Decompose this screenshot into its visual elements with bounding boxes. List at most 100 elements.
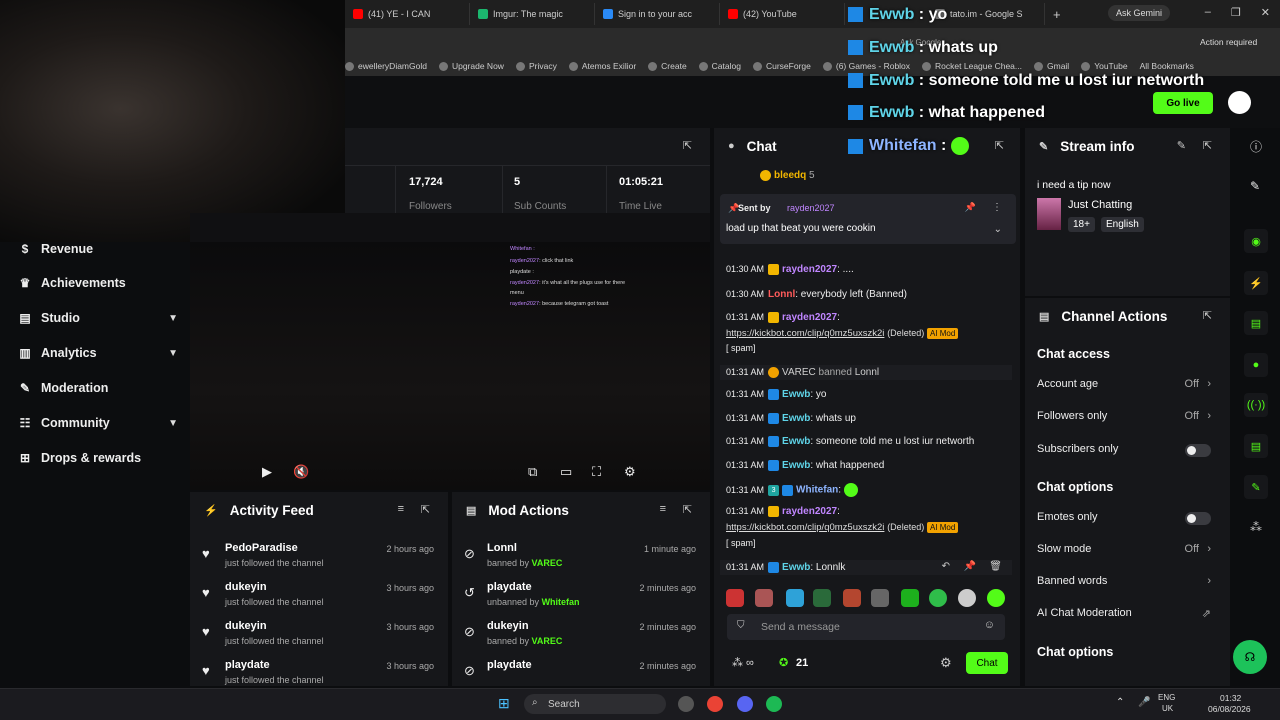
users-icon[interactable]: ⁂ ∞	[732, 656, 754, 669]
wrench-icon[interactable]: ✎	[1244, 475, 1268, 499]
chat-message[interactable]: 01:31 AM Ewwb: Lonnlk ↶ 📌 🗑	[720, 560, 1012, 576]
delete-icon[interactable]: 🗑	[989, 561, 1002, 572]
clock-time[interactable]: 01:32	[1220, 693, 1241, 703]
document-icon[interactable]: ▤	[1244, 311, 1268, 335]
settings-icon[interactable]: ⚙	[624, 464, 636, 480]
popout-icon[interactable]: ⇱	[1203, 139, 1212, 152]
bookmark[interactable]: CurseForge	[752, 61, 811, 71]
bookmark[interactable]: Upgrade Now	[438, 61, 504, 71]
close-icon[interactable]: ✕	[1261, 6, 1270, 19]
emoji-icon[interactable]: ☺	[984, 619, 995, 631]
sidebar-item-community[interactable]: ☷ Community ▼	[18, 416, 178, 430]
emote[interactable]	[987, 589, 1005, 607]
bookmark[interactable]: Atemos Exilior	[568, 61, 636, 71]
bookmark[interactable]: Gmail	[1034, 61, 1069, 71]
camera-icon[interactable]: ◉	[1244, 229, 1268, 253]
filter-icon[interactable]: ≡	[398, 503, 404, 515]
emote[interactable]	[929, 589, 947, 607]
pinned-message[interactable]: 📌 Sent by rayden2027 load up that beat y…	[720, 194, 1016, 244]
mute-icon[interactable]: 🔇	[293, 464, 309, 480]
actions-icon[interactable]: ▤	[1244, 434, 1268, 458]
emote[interactable]	[843, 589, 861, 607]
bookmark[interactable]: YouTube	[1081, 61, 1128, 71]
undo-icon[interactable]: ↶	[942, 561, 950, 572]
bookmark[interactable]: Privacy	[515, 61, 557, 71]
chat-send-button[interactable]: Chat	[966, 652, 1008, 674]
category-name[interactable]: Just Chatting	[1068, 199, 1132, 211]
fullscreen-icon[interactable]: ⛶	[592, 464, 601, 480]
tray-chevron-icon[interactable]: ⌃	[1116, 697, 1124, 708]
bookmark[interactable]: Catalog	[698, 61, 741, 71]
new-tab-button[interactable]: +	[1053, 7, 1061, 22]
browser-tab[interactable]: Imgur: The magic	[470, 3, 595, 25]
app-icon[interactable]	[678, 696, 694, 712]
start-icon[interactable]: ⊞	[498, 695, 510, 712]
pin-icon[interactable]: 📌	[965, 202, 976, 213]
emote[interactable]	[871, 589, 889, 607]
maximize-icon[interactable]: ❐	[1231, 6, 1241, 19]
play-icon[interactable]: ▶	[262, 464, 272, 480]
discord-icon[interactable]	[737, 696, 753, 712]
popout-icon[interactable]: ⇱	[1203, 309, 1212, 322]
go-live-button[interactable]: Go live	[1153, 92, 1213, 114]
avatar[interactable]	[1228, 91, 1251, 114]
sidebar-item-studio[interactable]: ▤ Studio ▼	[18, 311, 178, 325]
users-icon[interactable]: ⁂	[1250, 520, 1262, 534]
address-bar[interactable]: Ask Google	[345, 28, 1280, 56]
chat-input[interactable]: ⛉ Send a message ☺	[727, 614, 1005, 640]
bolt-icon[interactable]: ⚡	[1244, 271, 1268, 295]
sidebar-item-revenue[interactable]: $ Revenue	[18, 242, 178, 256]
slow-mode-row[interactable]: Slow mode Off ›	[1037, 543, 1217, 555]
minimize-icon[interactable]: –	[1205, 6, 1211, 19]
pip-icon[interactable]: ⧉	[528, 464, 537, 480]
emote[interactable]	[726, 589, 744, 607]
broadcast-icon[interactable]: ((·))	[1244, 393, 1268, 417]
sidebar-item-drops[interactable]: ⊞ Drops & rewards	[18, 451, 178, 465]
pin-icon[interactable]: 📌	[964, 561, 976, 572]
theater-icon[interactable]: ▭	[560, 464, 572, 480]
bookmark[interactable]: Create	[648, 61, 687, 71]
emote[interactable]	[755, 589, 773, 607]
more-icon[interactable]: ⋮	[992, 202, 1002, 213]
edit-icon[interactable]: ✎	[1177, 139, 1186, 152]
sidebar-item-achievements[interactable]: ♛ Achievements	[18, 276, 178, 290]
subscribers-only-toggle[interactable]	[1185, 444, 1211, 457]
settings-icon[interactable]: ⚙	[940, 655, 952, 671]
account-age-row[interactable]: Account age Off ›	[1037, 378, 1217, 390]
all-bookmarks[interactable]: All Bookmarks	[1140, 61, 1194, 71]
clip-link[interactable]: https://kickbot.com/clip/q0mz5uxszk2i	[726, 328, 884, 339]
popout-icon[interactable]: ⇱	[683, 139, 692, 152]
popout-icon[interactable]: ⇱	[421, 503, 430, 516]
taskbar-search[interactable]: ⌕ Search	[524, 694, 666, 714]
emote[interactable]	[786, 589, 804, 607]
pencil-icon[interactable]: ✎	[1250, 179, 1260, 193]
sidebar-item-analytics[interactable]: ▥ Analytics ▼	[18, 346, 178, 360]
info-icon[interactable]: ⓘ	[1250, 138, 1262, 155]
chrome-icon[interactable]	[707, 696, 723, 712]
browser-tab[interactable]: (42) YouTube	[720, 3, 845, 25]
ai-moderation-row[interactable]: AI Chat Moderation ⇗	[1037, 607, 1217, 620]
action-required-badge[interactable]: Action required	[1200, 37, 1257, 47]
clip-link[interactable]: https://kickbot.com/clip/q0mz5uxszk2i	[726, 522, 884, 533]
spotify-icon[interactable]	[766, 696, 782, 712]
emote[interactable]	[813, 589, 831, 607]
popout-icon[interactable]: ⇱	[683, 503, 692, 516]
bookmark[interactable]: ewelleryDiamGold	[345, 61, 427, 71]
followers-only-row[interactable]: Followers only Off ›	[1037, 410, 1217, 422]
chat-icon[interactable]: ●	[1244, 353, 1268, 377]
popout-icon[interactable]: ⇱	[995, 139, 1004, 152]
ask-gemini-button[interactable]: Ask Gemini	[1108, 5, 1171, 21]
sidebar-item-moderation[interactable]: ✎ Moderation	[18, 381, 178, 395]
help-button[interactable]: ☊	[1233, 640, 1267, 674]
browser-tab[interactable]: (41) YE - I CAN	[345, 3, 470, 25]
mic-icon[interactable]: 🎤	[1138, 697, 1150, 708]
filter-icon[interactable]: ≡	[660, 503, 666, 515]
emotes-only-toggle[interactable]	[1185, 512, 1211, 525]
banned-words-row[interactable]: Banned words ›	[1037, 575, 1217, 587]
chevron-down-icon[interactable]: ⌄	[994, 224, 1002, 235]
bookmark[interactable]: (6) Games - Roblox	[822, 61, 910, 71]
emote[interactable]	[901, 589, 919, 607]
emote[interactable]	[958, 589, 976, 607]
bookmark[interactable]: Rocket League Chea...	[922, 61, 1022, 71]
browser-tab[interactable]: Sign in to your acc	[595, 3, 720, 25]
